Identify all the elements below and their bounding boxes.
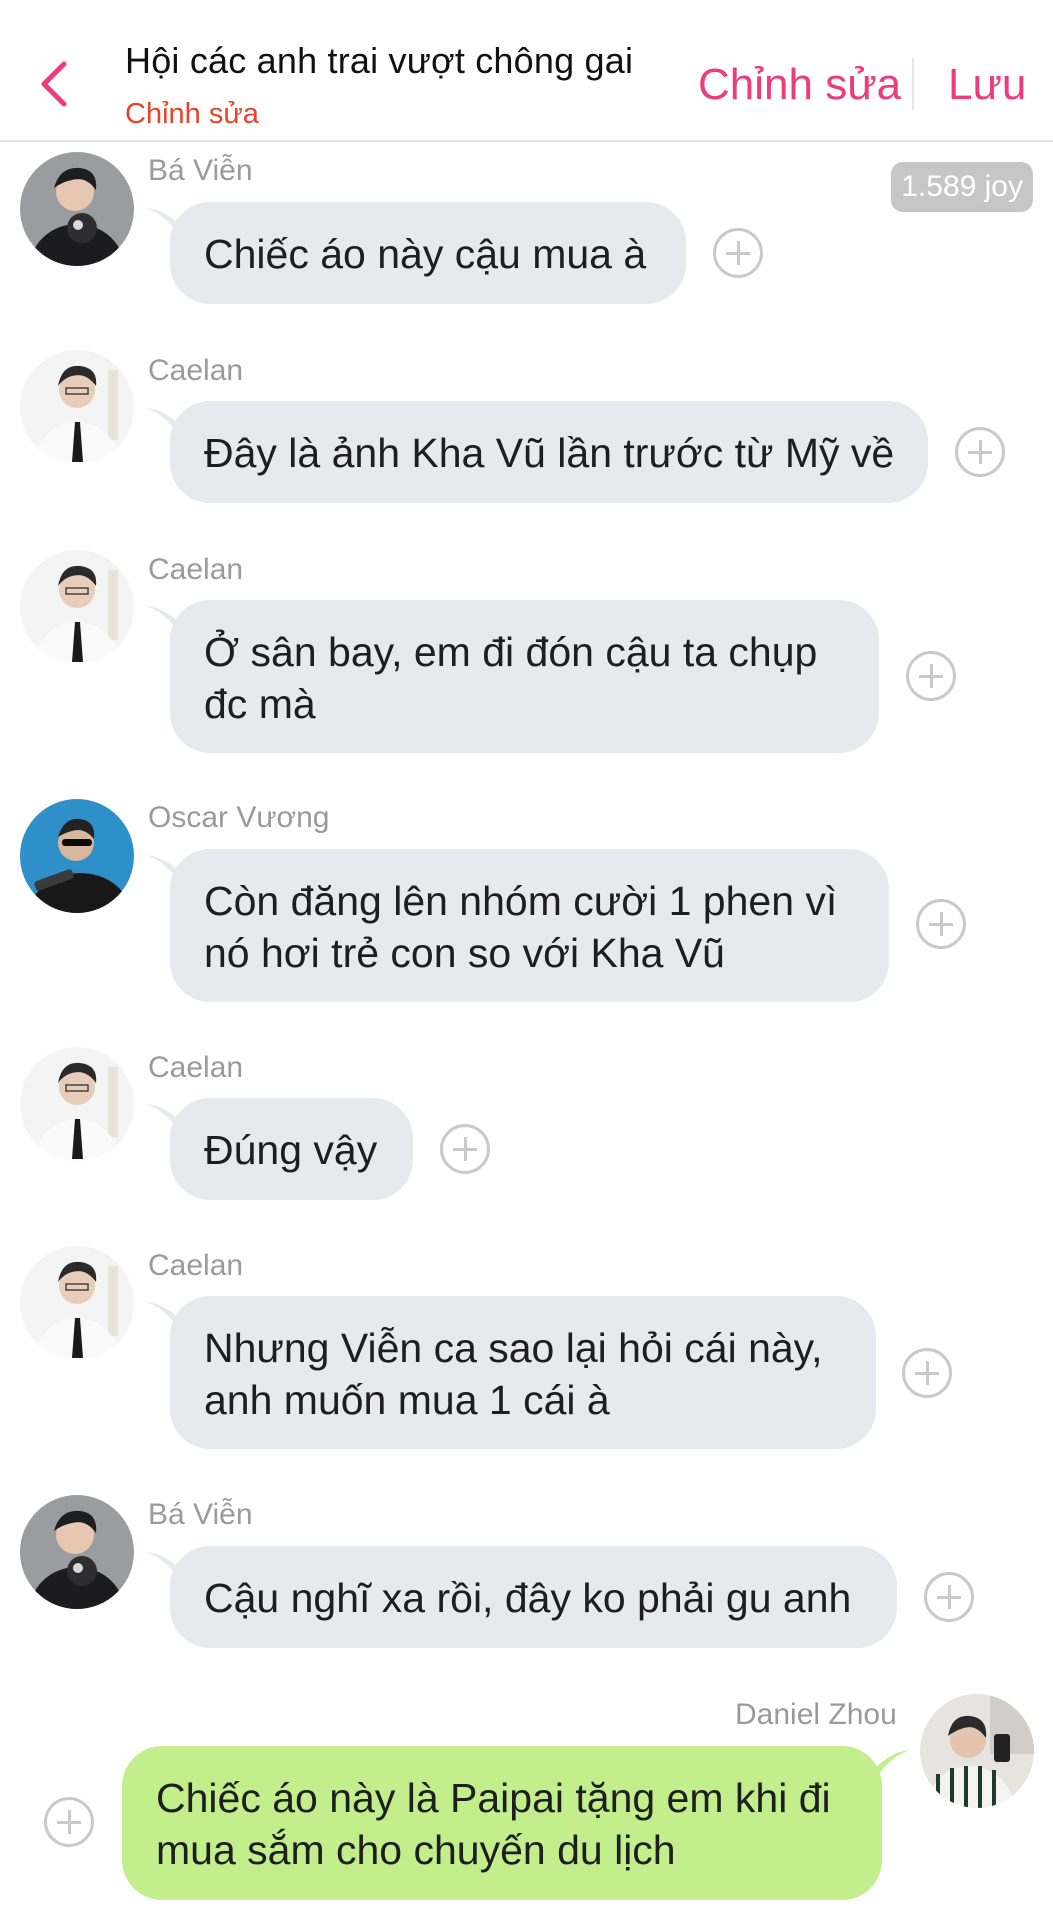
message-line: Chiếc áo này là Paipai tặng em khi đi	[156, 1775, 831, 1821]
message-line: đc mà	[204, 681, 316, 727]
message-bubble[interactable]: Chiếc áo này cậu mua à	[170, 202, 686, 304]
sender-name: Caelan	[148, 1249, 244, 1282]
avatar-caelan[interactable]	[20, 1047, 134, 1161]
avatar-caelan[interactable]	[20, 550, 134, 664]
message-bubble[interactable]: Đúng vậy	[170, 1098, 413, 1200]
add-reaction-icon[interactable]	[924, 1572, 974, 1622]
message-line: anh muốn mua 1 cái à	[204, 1377, 610, 1423]
message-line: Chiếc áo này cậu mua à	[204, 231, 647, 277]
avatar-oscar-vuong[interactable]	[20, 799, 134, 913]
chat-title: Hội các anh trai vượt chông gai	[125, 40, 634, 81]
message-line: Đây là ảnh Kha Vũ lần trước từ Mỹ về	[204, 430, 895, 476]
message-bubble[interactable]: Ở sân bay, em đi đón cậu ta chụp đc mà	[170, 600, 879, 753]
add-reaction-icon[interactable]	[955, 427, 1005, 477]
add-reaction-icon[interactable]	[44, 1797, 94, 1847]
message-line: Còn đăng lên nhóm cười 1 phen vì	[204, 878, 838, 924]
message-bubble[interactable]: Chiếc áo này là Paipai tặng em khi đi mu…	[122, 1746, 882, 1900]
add-reaction-icon[interactable]	[713, 228, 763, 278]
message-line: Cậu nghĩ xa rồi, đây ko phải gu anh	[204, 1575, 852, 1621]
message-line: Đúng vậy	[204, 1127, 378, 1173]
edit-button[interactable]: Chỉnh sửa	[698, 60, 901, 110]
avatar-caelan[interactable]	[20, 1246, 134, 1360]
add-reaction-icon[interactable]	[906, 651, 956, 701]
sender-name: Caelan	[148, 1051, 244, 1084]
message-line: nó hơi trẻ con so với Kha Vũ	[204, 930, 725, 976]
message-bubble[interactable]: Cậu nghĩ xa rồi, đây ko phải gu anh	[170, 1546, 897, 1648]
message-bubble[interactable]: Nhưng Viễn ca sao lại hỏi cái này, anh m…	[170, 1296, 876, 1449]
back-chevron-icon[interactable]	[34, 58, 74, 110]
sender-name: Daniel Zhou	[735, 1698, 897, 1731]
message-bubble[interactable]: Còn đăng lên nhóm cười 1 phen vì nó hơi …	[170, 849, 889, 1002]
add-reaction-icon[interactable]	[902, 1348, 952, 1398]
message-line: Ở sân bay, em đi đón cậu ta chụp	[204, 629, 818, 675]
sender-name: Caelan	[148, 553, 244, 586]
add-reaction-icon[interactable]	[440, 1124, 490, 1174]
save-button[interactable]: Lưu	[948, 60, 1026, 110]
sender-name: Bá Viễn	[148, 1498, 253, 1531]
avatar-caelan[interactable]	[20, 350, 134, 464]
message-line: mua sắm cho chuyến du lịch	[156, 1827, 676, 1873]
header-divider	[912, 58, 914, 110]
avatar-ba-vien[interactable]	[20, 1495, 134, 1609]
chat-header: Hội các anh trai vượt chông gai Chỉnh sử…	[0, 0, 1053, 142]
message-bubble[interactable]: Đây là ảnh Kha Vũ lần trước từ Mỹ về	[170, 401, 928, 503]
sender-name: Oscar Vương	[148, 801, 330, 834]
message-line: Nhưng Viễn ca sao lại hỏi cái này,	[204, 1325, 823, 1371]
sender-name: Caelan	[148, 354, 244, 387]
avatar-ba-vien[interactable]	[20, 152, 134, 266]
sender-name: Bá Viễn	[148, 154, 253, 187]
chat-subtitle[interactable]: Chỉnh sửa	[125, 98, 259, 131]
joy-count-badge: 1.589 joy	[891, 162, 1033, 212]
avatar-daniel-zhou[interactable]	[920, 1694, 1034, 1808]
add-reaction-icon[interactable]	[916, 899, 966, 949]
